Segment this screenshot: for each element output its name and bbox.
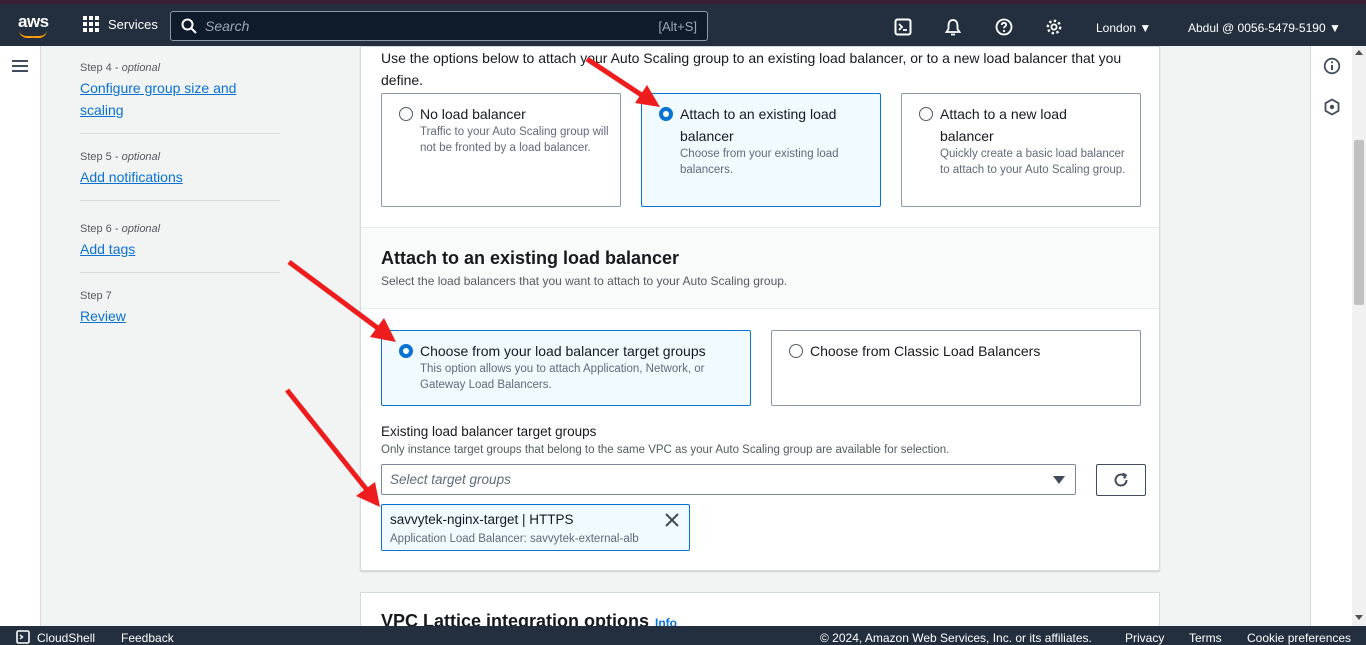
option-desc: Choose from your existing load balancers… (680, 148, 839, 176)
page-scrollbar[interactable] (1352, 46, 1366, 626)
option-desc: Quickly create a basic load balancer to … (940, 148, 1126, 176)
option-target-groups[interactable]: Choose from your load balancer target gr… (381, 330, 751, 406)
menu-icon[interactable] (12, 60, 28, 72)
copyright-text: © 2024, Amazon Web Services, Inc. or its… (820, 631, 1092, 645)
footer: CloudShell Feedback © 2024, Amazon Web S… (0, 626, 1366, 645)
option-classic-lb[interactable]: Choose from Classic Load Balancers (771, 330, 1141, 406)
option-attach-existing-lb[interactable]: Attach to an existing load balancer Choo… (641, 93, 881, 207)
section-heading: Attach to an existing load balancer (381, 248, 680, 268)
cloudshell-footer-icon (16, 630, 30, 644)
step-label: Step 6 - optional (80, 223, 161, 235)
token-subtitle: Application Load Balancer: savvytek-exte… (390, 533, 639, 545)
target-groups-label: Existing load balancer target groups (381, 424, 597, 439)
refresh-icon (1114, 472, 1128, 487)
account-menu[interactable]: Abdul @ 0056-5479-5190 ▼ (1188, 21, 1341, 35)
search-input[interactable] (205, 18, 659, 34)
existing-lb-header: Attach to an existing load balancer Sele… (361, 227, 1159, 309)
search-shortcut-hint: [Alt+S] (658, 18, 697, 34)
info-icon[interactable] (1323, 57, 1341, 75)
search-icon (181, 18, 197, 34)
radio-no-load-balancer[interactable] (399, 107, 413, 121)
refresh-button[interactable] (1096, 464, 1146, 496)
target-groups-description: Only instance target groups that belong … (381, 444, 950, 456)
scroll-up-icon[interactable] (1355, 50, 1363, 55)
close-icon[interactable] (663, 511, 681, 529)
top-navigation: aws Services [Alt+S] London ▼ Abdul @ 00… (0, 0, 1366, 46)
step-link-add-tags[interactable]: Add tags (80, 238, 135, 260)
option-attach-new-lb[interactable]: Attach to a new load balancer Quickly cr… (901, 93, 1141, 207)
step-link-add-notifications[interactable]: Add notifications (80, 166, 183, 188)
bell-icon[interactable] (944, 18, 962, 36)
target-groups-select[interactable]: Select target groups (381, 464, 1076, 495)
select-placeholder: Select target groups (390, 472, 511, 487)
region-selector[interactable]: London ▼ (1096, 21, 1151, 35)
cloudshell-link[interactable]: CloudShell (37, 631, 95, 645)
aws-logo[interactable]: aws (18, 12, 50, 40)
terms-link[interactable]: Terms (1189, 631, 1222, 645)
gear-icon[interactable] (1045, 18, 1063, 36)
step-link-review[interactable]: Review (80, 305, 126, 327)
token-title: savvytek-nginx-target | HTTPS (390, 512, 574, 527)
radio-attach-existing-lb[interactable] (659, 107, 673, 121)
search-box[interactable]: [Alt+S] (170, 11, 708, 41)
selected-target-group-token: savvytek-nginx-target | HTTPS Applicatio… (381, 504, 690, 551)
left-rail (0, 46, 41, 626)
step-7: Step 7 Review (80, 273, 280, 339)
step-4: Step 4 - optional Configure group size a… (80, 46, 280, 134)
cloudshell-icon[interactable] (894, 18, 912, 36)
right-rail (1310, 46, 1352, 626)
section-description: Select the load balancers that you want … (381, 274, 788, 288)
step-6: Step 6 - optional Add tags (80, 201, 280, 273)
option-desc: Traffic to your Auto Scaling group will … (420, 126, 609, 154)
step-5: Step 5 - optional Add notifications (80, 134, 280, 201)
grid-icon (83, 16, 99, 32)
option-title: Attach to a new load balancer (940, 106, 1067, 144)
step-label: Step 5 - optional (80, 151, 161, 163)
scrollbar-thumb[interactable] (1354, 140, 1364, 305)
option-title: Choose from Classic Load Balancers (810, 343, 1041, 359)
services-label: Services (108, 16, 158, 32)
option-title: Choose from your load balancer target gr… (420, 343, 706, 359)
services-menu-button[interactable]: Services (83, 16, 158, 32)
load-balancing-panel: Use the options below to attach your Aut… (360, 46, 1160, 571)
hexagon-icon[interactable] (1323, 98, 1341, 116)
privacy-link[interactable]: Privacy (1125, 631, 1164, 645)
option-desc: This option allows you to attach Applica… (420, 363, 705, 391)
cookie-preferences-link[interactable]: Cookie preferences (1247, 631, 1351, 645)
radio-attach-new-lb[interactable] (919, 107, 933, 121)
radio-classic-lb[interactable] (789, 344, 803, 358)
radio-target-groups[interactable] (399, 344, 413, 358)
option-no-load-balancer[interactable]: No load balancer Traffic to your Auto Sc… (381, 93, 621, 207)
caret-down-icon (1053, 476, 1065, 484)
aws-smile-icon (19, 30, 47, 38)
help-icon[interactable] (995, 18, 1013, 36)
load-balancing-intro: Use the options below to attach your Aut… (381, 50, 1122, 88)
step-label: Step 7 (80, 290, 112, 302)
step-label: Step 4 - optional (80, 62, 161, 74)
aws-logo-text: aws (18, 12, 49, 31)
wizard-steps-nav: Step 4 - optional Configure group size a… (80, 46, 280, 339)
scroll-down-icon[interactable] (1355, 615, 1363, 620)
option-title: No load balancer (420, 106, 526, 122)
option-title: Attach to an existing load balancer (680, 106, 837, 144)
feedback-link[interactable]: Feedback (121, 631, 174, 645)
step-link-configure-group-size[interactable]: Configure group size and scaling (80, 77, 280, 121)
